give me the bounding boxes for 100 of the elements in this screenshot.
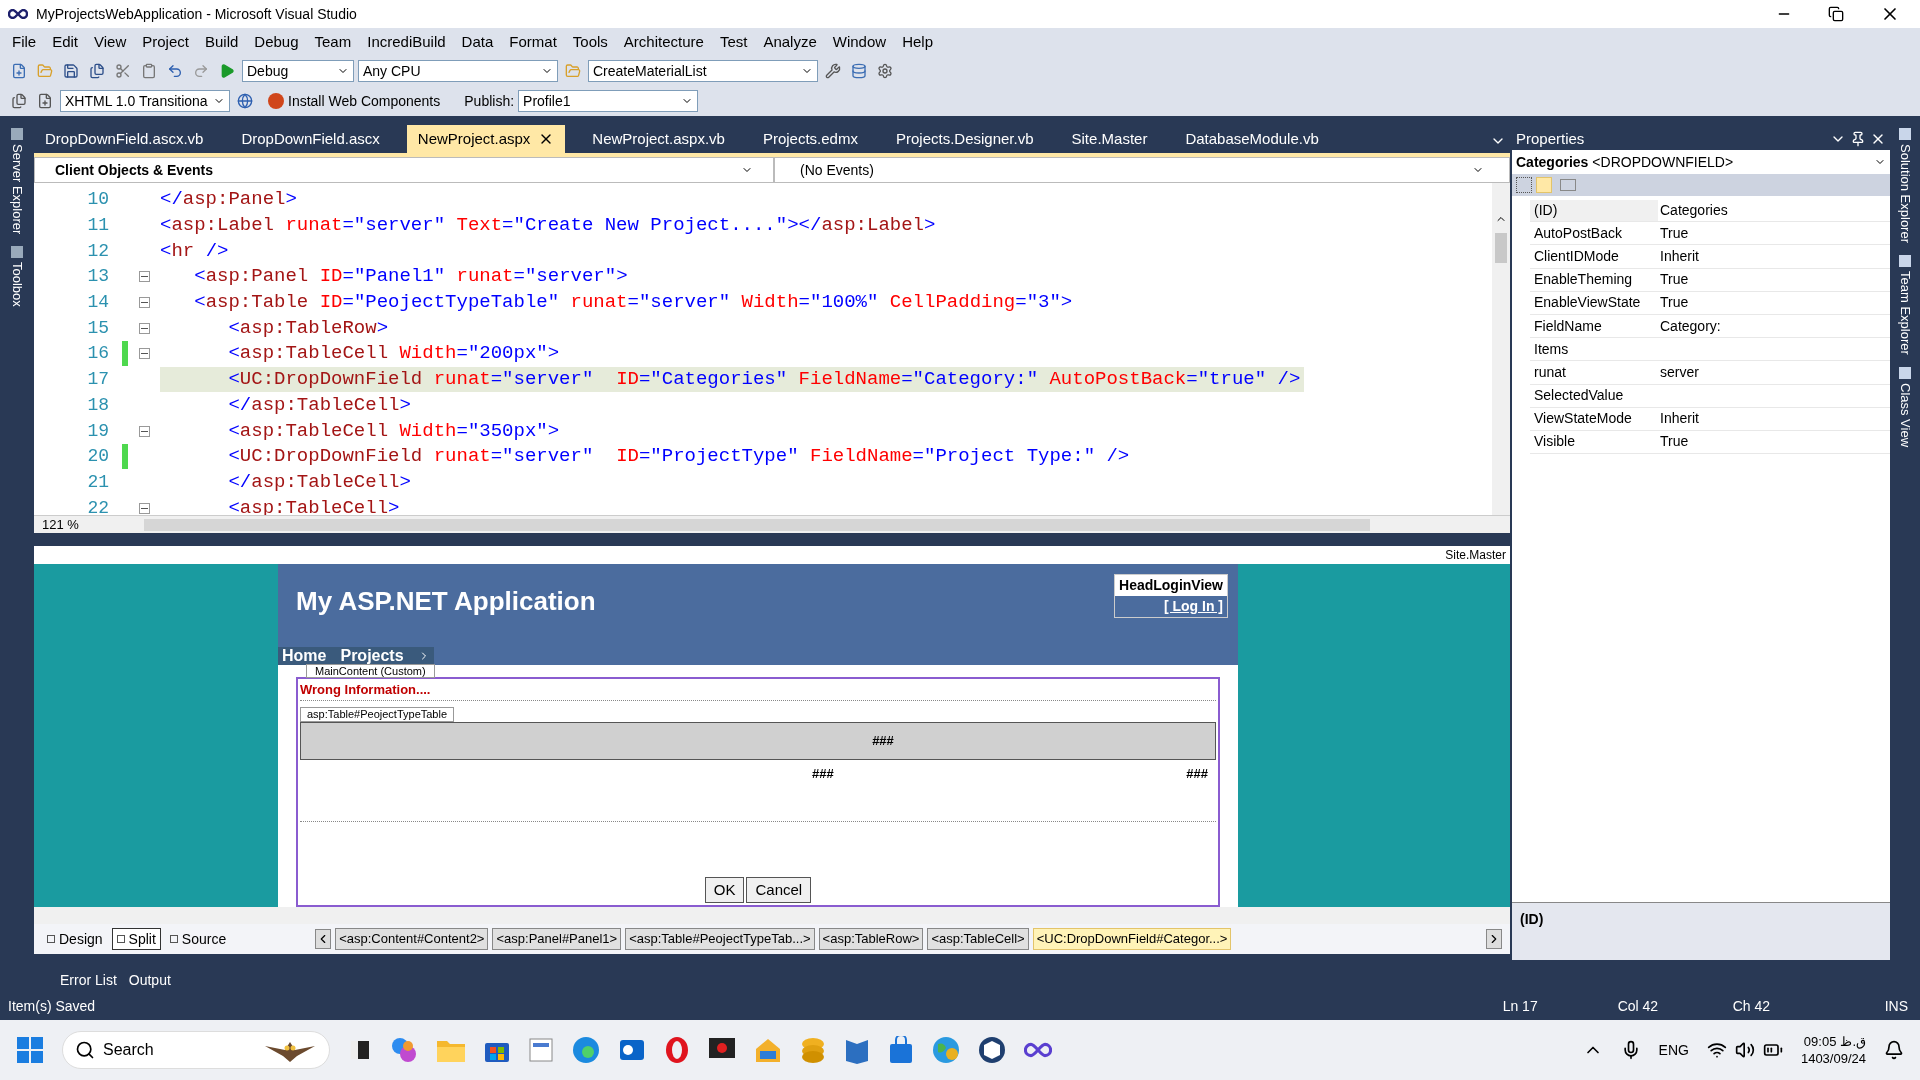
- volume-icon[interactable]: [1734, 1040, 1755, 1060]
- property-value[interactable]: Categories: [1658, 199, 1728, 221]
- collapse-icon[interactable]: [138, 348, 150, 360]
- property-value[interactable]: True: [1658, 222, 1689, 244]
- dialog-button[interactable]: Cancel: [746, 877, 812, 903]
- horizontal-scrollbar[interactable]: [34, 907, 1510, 924]
- view-tab[interactable]: Source: [164, 928, 232, 950]
- infinity-icon[interactable]: [1024, 1042, 1052, 1058]
- view-tab[interactable]: Split: [111, 928, 161, 950]
- house-icon[interactable]: [754, 1037, 782, 1063]
- start-icon[interactable]: [16, 1036, 44, 1064]
- collapse-icon[interactable]: [138, 322, 150, 334]
- search-field[interactable]: Search: [62, 1031, 330, 1069]
- property-name[interactable]: AutoPostBack: [1530, 222, 1658, 244]
- side-panel-tab[interactable]: Team Explorer: [1895, 271, 1915, 355]
- property-name[interactable]: ClientIDMode: [1530, 245, 1658, 267]
- document-tab[interactable]: NewProject.aspx: [406, 125, 566, 153]
- wifi-icon[interactable]: [1706, 1040, 1727, 1060]
- notification-icon[interactable]: [1884, 1040, 1904, 1060]
- ring-icon[interactable]: [664, 1036, 690, 1064]
- property-name[interactable]: SelectedValue: [1530, 385, 1658, 407]
- menu-item[interactable]: Edit: [44, 30, 87, 54]
- breadcrumb-item[interactable]: <asp:TableCell>: [927, 928, 1029, 950]
- document-tab[interactable]: Projects.Designer.vb: [884, 125, 1045, 153]
- menu-item[interactable]: Test: [711, 30, 756, 54]
- browser-icon[interactable]: [572, 1036, 600, 1064]
- menu-item[interactable]: Window: [824, 30, 895, 54]
- events-dropdown[interactable]: (No Events): [774, 157, 1510, 183]
- shopping-bag-icon[interactable]: [888, 1036, 914, 1064]
- vertical-scrollbar[interactable]: [1492, 183, 1510, 515]
- side-panel-tab[interactable]: Server Explorer: [7, 144, 27, 235]
- configuration-dropdown[interactable]: Debug: [242, 60, 354, 82]
- document-tab[interactable]: Projects.edmx: [751, 125, 869, 153]
- horizontal-scrollbar[interactable]: [144, 518, 1370, 531]
- property-value[interactable]: Inherit: [1658, 408, 1699, 430]
- scroll-left-icon[interactable]: [315, 929, 332, 949]
- view-tab[interactable]: Design: [42, 928, 108, 950]
- menu-item[interactable]: Data: [453, 30, 502, 54]
- language-indicator[interactable]: ENG: [1658, 1039, 1689, 1061]
- doctype-dropdown[interactable]: XHTML 1.0 Transitiona: [60, 90, 230, 112]
- breadcrumb-item[interactable]: <asp:Content#Content2>: [335, 928, 489, 950]
- side-panel-tab[interactable]: Solution Explorer: [1895, 144, 1915, 243]
- globe-icon[interactable]: [932, 1036, 960, 1064]
- menu-item[interactable]: Analyze: [755, 30, 825, 54]
- menu-item[interactable]: Format: [501, 30, 565, 54]
- platform-dropdown[interactable]: Any CPU: [358, 60, 558, 82]
- property-value[interactable]: server: [1658, 361, 1699, 383]
- document-tab[interactable]: DropDownField.ascx: [230, 125, 391, 153]
- menu-item[interactable]: Tools: [564, 30, 616, 54]
- property-name[interactable]: runat: [1530, 361, 1658, 383]
- breadcrumb-item[interactable]: <asp:Panel#Panel1>: [492, 928, 622, 950]
- document-tab[interactable]: NewProject.aspx.vb: [581, 125, 736, 153]
- collapse-icon[interactable]: [138, 425, 150, 437]
- publish-dropdown[interactable]: Profile1: [518, 90, 699, 112]
- scroll-thumb[interactable]: [1495, 233, 1507, 263]
- categorized-icon[interactable]: [1516, 177, 1532, 193]
- menu-item[interactable]: File: [4, 30, 45, 54]
- breadcrumb-item[interactable]: <UC:DropDownField#Categor...>: [1032, 928, 1232, 950]
- login-link[interactable]: [ Log In ]: [1115, 596, 1227, 617]
- scroll-right-icon[interactable]: [1486, 929, 1502, 949]
- document-tab[interactable]: DatabaseModule.vb: [1174, 125, 1330, 153]
- menu-item[interactable]: Build: [196, 30, 247, 54]
- dialog-button[interactable]: OK: [704, 877, 745, 903]
- object-dropdown[interactable]: Categories <DROPDOWNFIELD>: [1512, 150, 1890, 174]
- pin-icon[interactable]: [1850, 131, 1866, 147]
- restore-icon[interactable]: [1828, 6, 1844, 22]
- objects-dropdown[interactable]: Client Objects & Events: [34, 157, 774, 183]
- document-tab[interactable]: DropDownField.ascx.vb: [34, 125, 215, 153]
- property-name[interactable]: ViewStateMode: [1530, 408, 1658, 430]
- startup-dropdown[interactable]: CreateMaterialList: [588, 60, 818, 82]
- collapse-icon[interactable]: [138, 297, 150, 309]
- property-name[interactable]: EnableViewState: [1530, 292, 1658, 314]
- menu-item[interactable]: IncrediBuild: [359, 30, 454, 54]
- menu-item[interactable]: Team: [306, 30, 360, 54]
- side-panel-tab[interactable]: Toolbox: [7, 262, 27, 308]
- document-icon[interactable]: [528, 1037, 554, 1063]
- menu-item[interactable]: Architecture: [615, 30, 712, 54]
- cube-icon[interactable]: [978, 1036, 1006, 1064]
- breadcrumb-item[interactable]: <asp:Table#PeojectTypeTab...>: [625, 928, 815, 950]
- menu-item[interactable]: Debug: [246, 30, 307, 54]
- property-value[interactable]: True: [1658, 292, 1689, 314]
- tool-window-tab[interactable]: Output: [128, 970, 171, 991]
- property-value[interactable]: Category:: [1658, 315, 1721, 337]
- property-value[interactable]: True: [1658, 431, 1689, 453]
- side-panel-tab[interactable]: Class View: [1895, 382, 1915, 447]
- property-name[interactable]: Visible: [1530, 431, 1658, 453]
- collapse-icon[interactable]: [138, 271, 150, 283]
- window-icon[interactable]: [348, 1038, 372, 1062]
- breadcrumb-item[interactable]: <asp:TableRow>: [818, 928, 924, 950]
- collapse-icon[interactable]: [138, 502, 150, 514]
- menu-item[interactable]: View: [86, 30, 135, 54]
- tool-window-tab[interactable]: Error List: [60, 970, 117, 991]
- install-button[interactable]: Install Web Components: [260, 90, 449, 112]
- menu-item[interactable]: Help: [894, 30, 941, 54]
- document-tab[interactable]: Site.Master: [1060, 125, 1159, 153]
- property-name[interactable]: EnableTheming: [1530, 269, 1658, 291]
- menu-item[interactable]: Project: [134, 30, 197, 54]
- property-value[interactable]: True: [1658, 269, 1689, 291]
- property-name[interactable]: FieldName: [1530, 315, 1658, 337]
- property-name[interactable]: (ID): [1530, 199, 1658, 221]
